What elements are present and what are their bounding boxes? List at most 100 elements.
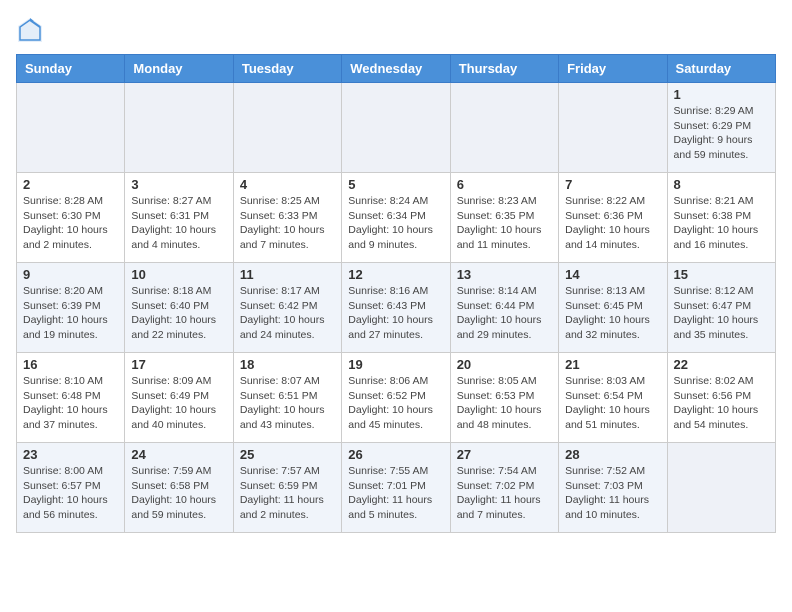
day-info: Sunrise: 8:14 AM Sunset: 6:44 PM Dayligh… xyxy=(457,284,552,343)
day-number: 17 xyxy=(131,357,226,372)
calendar-cell: 26 Sunrise: 7:55 AM Sunset: 7:01 PM Dayli… xyxy=(342,443,450,533)
logo-icon xyxy=(16,16,44,44)
calendar-cell: 14 Sunrise: 8:13 AM Sunset: 6:45 PM Dayli… xyxy=(559,263,667,353)
day-number: 6 xyxy=(457,177,552,192)
calendar-cell: 23 Sunrise: 8:00 AM Sunset: 6:57 PM Dayli… xyxy=(17,443,125,533)
day-info: Sunrise: 8:03 AM Sunset: 6:54 PM Dayligh… xyxy=(565,374,660,433)
day-info: Sunrise: 7:55 AM Sunset: 7:01 PM Dayligh… xyxy=(348,464,443,523)
header-thursday: Thursday xyxy=(450,55,558,83)
calendar-cell: 15 Sunrise: 8:12 AM Sunset: 6:47 PM Dayli… xyxy=(667,263,775,353)
calendar-cell: 6 Sunrise: 8:23 AM Sunset: 6:35 PM Daylig… xyxy=(450,173,558,263)
day-number: 18 xyxy=(240,357,335,372)
day-info: Sunrise: 8:13 AM Sunset: 6:45 PM Dayligh… xyxy=(565,284,660,343)
header-wednesday: Wednesday xyxy=(342,55,450,83)
calendar-week-row: 23 Sunrise: 8:00 AM Sunset: 6:57 PM Dayli… xyxy=(17,443,776,533)
day-info: Sunrise: 8:05 AM Sunset: 6:53 PM Dayligh… xyxy=(457,374,552,433)
day-info: Sunrise: 8:20 AM Sunset: 6:39 PM Dayligh… xyxy=(23,284,118,343)
calendar-cell: 3 Sunrise: 8:27 AM Sunset: 6:31 PM Daylig… xyxy=(125,173,233,263)
day-number: 23 xyxy=(23,447,118,462)
calendar-cell xyxy=(125,83,233,173)
header-monday: Monday xyxy=(125,55,233,83)
day-info: Sunrise: 8:22 AM Sunset: 6:36 PM Dayligh… xyxy=(565,194,660,253)
calendar-cell: 8 Sunrise: 8:21 AM Sunset: 6:38 PM Daylig… xyxy=(667,173,775,263)
calendar-week-row: 2 Sunrise: 8:28 AM Sunset: 6:30 PM Daylig… xyxy=(17,173,776,263)
calendar-cell: 7Sunrise: 8:22 AM Sunset: 6:36 PM Daylig… xyxy=(559,173,667,263)
day-number: 13 xyxy=(457,267,552,282)
calendar-week-row: 16Sunrise: 8:10 AM Sunset: 6:48 PM Dayli… xyxy=(17,353,776,443)
day-info: Sunrise: 7:59 AM Sunset: 6:58 PM Dayligh… xyxy=(131,464,226,523)
day-info: Sunrise: 8:18 AM Sunset: 6:40 PM Dayligh… xyxy=(131,284,226,343)
day-number: 21 xyxy=(565,357,660,372)
day-info: Sunrise: 8:02 AM Sunset: 6:56 PM Dayligh… xyxy=(674,374,769,433)
calendar-cell xyxy=(17,83,125,173)
calendar-cell: 12 Sunrise: 8:16 AM Sunset: 6:43 PM Dayli… xyxy=(342,263,450,353)
day-info: Sunrise: 8:24 AM Sunset: 6:34 PM Dayligh… xyxy=(348,194,443,253)
day-number: 9 xyxy=(23,267,118,282)
calendar-cell: 27 Sunrise: 7:54 AM Sunset: 7:02 PM Dayli… xyxy=(450,443,558,533)
day-number: 4 xyxy=(240,177,335,192)
day-number: 8 xyxy=(674,177,769,192)
day-info: Sunrise: 8:23 AM Sunset: 6:35 PM Dayligh… xyxy=(457,194,552,253)
calendar-cell: 28Sunrise: 7:52 AM Sunset: 7:03 PM Dayli… xyxy=(559,443,667,533)
logo xyxy=(16,16,48,44)
day-number: 24 xyxy=(131,447,226,462)
day-number: 5 xyxy=(348,177,443,192)
day-number: 1 xyxy=(674,87,769,102)
day-info: Sunrise: 8:07 AM Sunset: 6:51 PM Dayligh… xyxy=(240,374,335,433)
calendar-cell: 19 Sunrise: 8:06 AM Sunset: 6:52 PM Dayli… xyxy=(342,353,450,443)
day-info: Sunrise: 7:57 AM Sunset: 6:59 PM Dayligh… xyxy=(240,464,335,523)
header-tuesday: Tuesday xyxy=(233,55,341,83)
calendar-week-row: 1 Sunrise: 8:29 AM Sunset: 6:29 PM Daylig… xyxy=(17,83,776,173)
calendar-cell: 9 Sunrise: 8:20 AM Sunset: 6:39 PM Daylig… xyxy=(17,263,125,353)
calendar-cell: 20 Sunrise: 8:05 AM Sunset: 6:53 PM Dayli… xyxy=(450,353,558,443)
day-number: 11 xyxy=(240,267,335,282)
day-info: Sunrise: 8:10 AM Sunset: 6:48 PM Dayligh… xyxy=(23,374,118,433)
calendar-cell: 21 Sunrise: 8:03 AM Sunset: 6:54 PM Dayli… xyxy=(559,353,667,443)
calendar-cell: 5 Sunrise: 8:24 AM Sunset: 6:34 PM Daylig… xyxy=(342,173,450,263)
calendar-cell xyxy=(233,83,341,173)
calendar-cell: 11 Sunrise: 8:17 AM Sunset: 6:42 PM Dayli… xyxy=(233,263,341,353)
day-number: 27 xyxy=(457,447,552,462)
day-number: 3 xyxy=(131,177,226,192)
calendar-cell: 18 Sunrise: 8:07 AM Sunset: 6:51 PM Dayli… xyxy=(233,353,341,443)
day-number: 15 xyxy=(674,267,769,282)
calendar-cell: 1 Sunrise: 8:29 AM Sunset: 6:29 PM Daylig… xyxy=(667,83,775,173)
header-saturday: Saturday xyxy=(667,55,775,83)
calendar-week-row: 9 Sunrise: 8:20 AM Sunset: 6:39 PM Daylig… xyxy=(17,263,776,353)
day-info: Sunrise: 8:00 AM Sunset: 6:57 PM Dayligh… xyxy=(23,464,118,523)
day-number: 25 xyxy=(240,447,335,462)
calendar-cell: 22 Sunrise: 8:02 AM Sunset: 6:56 PM Dayli… xyxy=(667,353,775,443)
day-number: 19 xyxy=(348,357,443,372)
day-number: 12 xyxy=(348,267,443,282)
header xyxy=(16,16,776,44)
calendar-cell: 2 Sunrise: 8:28 AM Sunset: 6:30 PM Daylig… xyxy=(17,173,125,263)
day-info: Sunrise: 7:54 AM Sunset: 7:02 PM Dayligh… xyxy=(457,464,552,523)
day-number: 14 xyxy=(565,267,660,282)
day-number: 20 xyxy=(457,357,552,372)
day-info: Sunrise: 8:12 AM Sunset: 6:47 PM Dayligh… xyxy=(674,284,769,343)
calendar-header-row: SundayMondayTuesdayWednesdayThursdayFrid… xyxy=(17,55,776,83)
calendar-cell: 13 Sunrise: 8:14 AM Sunset: 6:44 PM Dayli… xyxy=(450,263,558,353)
calendar-table: SundayMondayTuesdayWednesdayThursdayFrid… xyxy=(16,54,776,533)
calendar-cell: 17 Sunrise: 8:09 AM Sunset: 6:49 PM Dayli… xyxy=(125,353,233,443)
calendar-cell: 16Sunrise: 8:10 AM Sunset: 6:48 PM Dayli… xyxy=(17,353,125,443)
day-info: Sunrise: 7:52 AM Sunset: 7:03 PM Dayligh… xyxy=(565,464,660,523)
day-number: 26 xyxy=(348,447,443,462)
calendar-cell xyxy=(667,443,775,533)
calendar-cell: 24 Sunrise: 7:59 AM Sunset: 6:58 PM Dayli… xyxy=(125,443,233,533)
day-info: Sunrise: 8:25 AM Sunset: 6:33 PM Dayligh… xyxy=(240,194,335,253)
day-number: 2 xyxy=(23,177,118,192)
day-info: Sunrise: 8:21 AM Sunset: 6:38 PM Dayligh… xyxy=(674,194,769,253)
day-info: Sunrise: 8:09 AM Sunset: 6:49 PM Dayligh… xyxy=(131,374,226,433)
day-info: Sunrise: 8:06 AM Sunset: 6:52 PM Dayligh… xyxy=(348,374,443,433)
day-info: Sunrise: 8:16 AM Sunset: 6:43 PM Dayligh… xyxy=(348,284,443,343)
calendar-cell xyxy=(342,83,450,173)
day-info: Sunrise: 8:17 AM Sunset: 6:42 PM Dayligh… xyxy=(240,284,335,343)
header-sunday: Sunday xyxy=(17,55,125,83)
day-info: Sunrise: 8:27 AM Sunset: 6:31 PM Dayligh… xyxy=(131,194,226,253)
calendar-cell xyxy=(450,83,558,173)
day-info: Sunrise: 8:28 AM Sunset: 6:30 PM Dayligh… xyxy=(23,194,118,253)
header-friday: Friday xyxy=(559,55,667,83)
day-number: 22 xyxy=(674,357,769,372)
day-info: Sunrise: 8:29 AM Sunset: 6:29 PM Dayligh… xyxy=(674,104,769,163)
